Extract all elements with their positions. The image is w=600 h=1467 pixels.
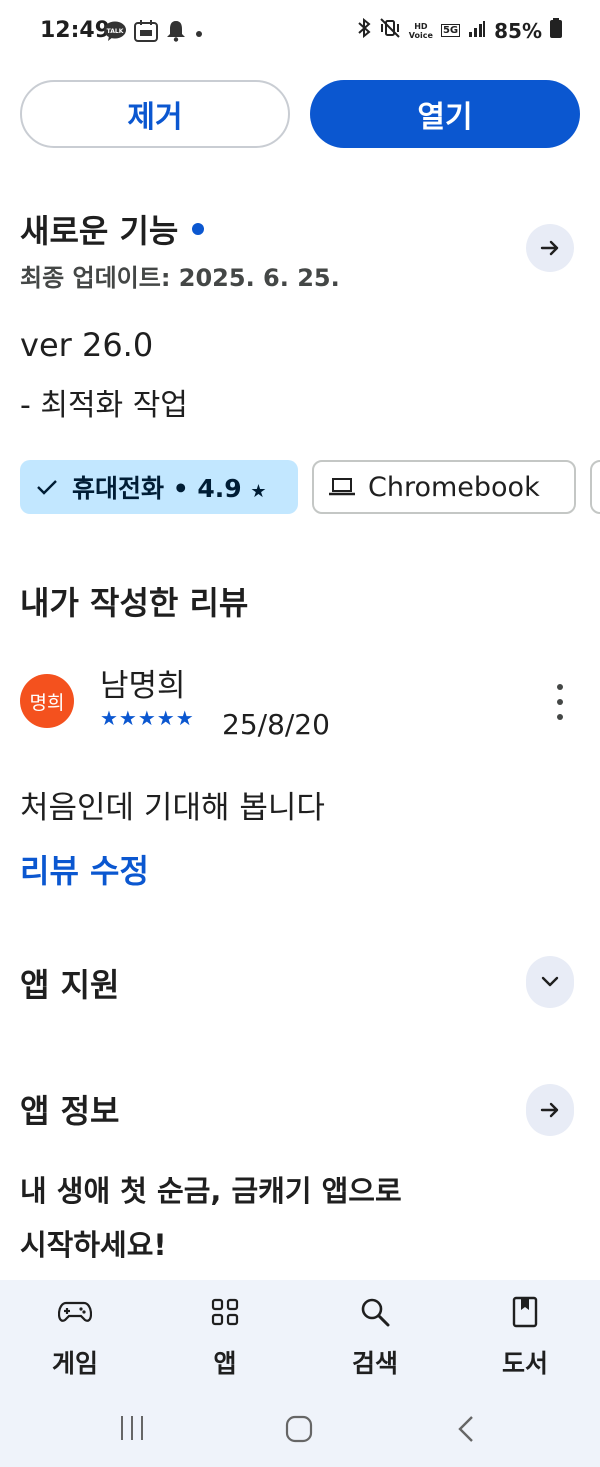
- phone-chip-label: 휴대전화 • 4.9 ★: [72, 469, 267, 505]
- arrow-right-icon: [540, 1102, 559, 1118]
- bell-icon: [166, 20, 186, 46]
- gamepad-icon: [57, 1294, 93, 1330]
- nav-item-games[interactable]: 게임: [0, 1280, 150, 1390]
- whats-new-arrow-button[interactable]: [526, 224, 574, 272]
- last-updated: 최종 업데이트: 2025. 6. 25.: [20, 264, 340, 292]
- reviewer-name: 남명희: [100, 668, 186, 704]
- bottom-navigation: 게임 앱 검색 도서: [0, 1280, 600, 1390]
- battery-percent: 85%: [494, 18, 542, 43]
- chromebook-chip-label: Chromebook: [368, 471, 540, 503]
- review-text: 처음인데 기대해 봅니다: [20, 790, 325, 826]
- rating-stars: ★★★★★: [100, 706, 195, 730]
- nav-item-search[interactable]: 검색: [300, 1280, 450, 1390]
- release-note-line: - 최적화 작업: [20, 388, 188, 423]
- new-indicator-dot: [192, 223, 205, 235]
- nav-label-books: 도서: [501, 1349, 548, 1378]
- status-time: 12:49: [40, 18, 111, 43]
- 5g-label: 5G: [440, 24, 461, 37]
- app-info-arrow-button[interactable]: [526, 1084, 574, 1136]
- phone-chip-text: 휴대전화 • 4.9: [72, 474, 242, 503]
- chromebook-chip[interactable]: Chromebook: [312, 460, 576, 514]
- app-support-title[interactable]: 앱 지원: [20, 960, 119, 1006]
- avatar: 명희: [20, 674, 74, 728]
- edit-review-link[interactable]: 리뷰 수정: [20, 846, 149, 892]
- nav-item-apps[interactable]: 앱: [150, 1280, 300, 1390]
- nav-label-search: 검색: [351, 1349, 398, 1378]
- nav-label-apps: 앱: [213, 1349, 237, 1378]
- svg-text:TALK: TALK: [107, 28, 124, 35]
- arrow-right-icon: [540, 240, 559, 256]
- phone-chip[interactable]: 휴대전화 • 4.9 ★: [20, 460, 298, 514]
- home-icon[interactable]: [284, 1414, 314, 1444]
- action-buttons: 제거 열기: [20, 80, 580, 148]
- app-support-expand-button[interactable]: [526, 956, 574, 1008]
- vibrate-mute-icon: [379, 18, 401, 43]
- my-review-title: 내가 작성한 리뷰: [20, 584, 249, 622]
- back-icon[interactable]: [456, 1414, 476, 1444]
- dot-icon: [194, 24, 204, 43]
- whats-new-header[interactable]: 새로운 기능: [20, 206, 205, 252]
- system-navigation-bar: [0, 1390, 600, 1467]
- battery-icon: [550, 18, 562, 43]
- star-icon: ★: [250, 481, 267, 502]
- version-line: ver 26.0: [20, 326, 154, 364]
- app-description-line2: 시작하세요!: [20, 1228, 167, 1262]
- book-icon: [507, 1294, 543, 1330]
- review-date: 25/8/20: [222, 708, 330, 741]
- whats-new-title: 새로운 기능: [20, 212, 179, 250]
- 5g-icon: 5G: [440, 24, 461, 37]
- search-icon: [357, 1294, 393, 1330]
- chevron-down-icon: [541, 976, 559, 987]
- signal-icon: [468, 19, 486, 43]
- notification-icons: TALK: [104, 20, 204, 46]
- laptop-icon: [329, 478, 355, 496]
- recent-apps-icon[interactable]: [118, 1414, 146, 1442]
- status-right: HD Voice 5G 85%: [357, 17, 562, 43]
- talk-icon: TALK: [104, 21, 126, 45]
- bluetooth-icon: [357, 17, 371, 43]
- app-description-line1: 내 생애 첫 순금, 금캐기 앱으로: [20, 1174, 402, 1208]
- calendar-notification-icon: [134, 20, 158, 46]
- nav-item-books[interactable]: 도서: [450, 1280, 600, 1390]
- remove-button[interactable]: 제거: [20, 80, 290, 148]
- app-info-title[interactable]: 앱 정보: [20, 1086, 119, 1132]
- check-icon: [37, 480, 57, 495]
- review-more-options-icon[interactable]: [546, 684, 574, 720]
- status-bar: 12:49 TALK HD Voice 5G 85%: [0, 0, 600, 66]
- apps-grid-icon: [207, 1294, 243, 1330]
- device-chips: 휴대전화 • 4.9 ★ Chromebook: [20, 460, 600, 514]
- open-button[interactable]: 열기: [310, 80, 580, 148]
- more-device-chip[interactable]: [590, 460, 600, 514]
- nav-label-games: 게임: [51, 1349, 98, 1378]
- hd-voice-icon: HD Voice: [408, 21, 433, 40]
